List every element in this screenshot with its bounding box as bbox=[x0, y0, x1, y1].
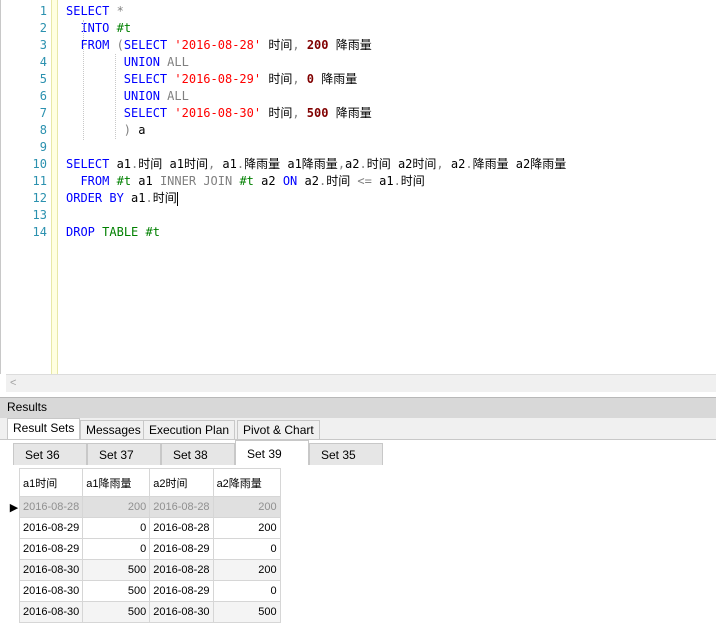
result-table: a1时间 a1降雨量 a2时间 a2降雨量 ▶ 2016-08-28 200 2… bbox=[9, 468, 281, 623]
table-cell[interactable]: 200 bbox=[82, 496, 151, 518]
code-area[interactable]: SELECT * INTO #t FROM (SELECT '2016-08-2… bbox=[66, 3, 716, 241]
table-row[interactable]: 2016-08-29 0 2016-08-28 200 bbox=[9, 517, 281, 539]
results-tab-bar: Result Sets Messages Execution Plan Pivo… bbox=[0, 418, 716, 439]
tab-pivot-chart[interactable]: Pivot & Chart bbox=[237, 420, 320, 439]
table-cell[interactable]: 2016-08-29 bbox=[149, 538, 214, 560]
current-row-marker-icon: ▶ bbox=[9, 496, 20, 518]
table-header-row: a1时间 a1降雨量 a2时间 a2降雨量 bbox=[9, 468, 281, 497]
table-row[interactable]: ▶ 2016-08-28 200 2016-08-28 200 bbox=[9, 496, 281, 518]
code-line-5: SELECT '2016-08-29' 时间, 0 降雨量 bbox=[123, 72, 358, 86]
code-line-7: SELECT '2016-08-30' 时间, 500 降雨量 bbox=[123, 106, 372, 120]
line-number: 12 bbox=[32, 191, 47, 205]
table-cell[interactable]: 0 bbox=[212, 538, 281, 560]
code-line-1: SELECT * bbox=[66, 4, 124, 18]
result-grid[interactable]: a1时间 a1降雨量 a2时间 a2降雨量 ▶ 2016-08-28 200 2… bbox=[0, 465, 716, 628]
line-number: 1 bbox=[39, 4, 47, 18]
line-number: 6 bbox=[39, 89, 47, 103]
tab-execution-plan[interactable]: Execution Plan bbox=[143, 420, 236, 439]
indent-guide bbox=[83, 20, 84, 140]
table-row[interactable]: 2016-08-30 500 2016-08-30 500 bbox=[9, 601, 281, 623]
code-line-12: ORDER BY a1.时间 bbox=[66, 191, 178, 206]
line-number: 4 bbox=[39, 55, 47, 69]
code-line-2: INTO #t bbox=[80, 21, 132, 35]
table-row[interactable]: 2016-08-29 0 2016-08-29 0 bbox=[9, 538, 281, 560]
line-number: 2 bbox=[39, 21, 47, 35]
table-cell[interactable]: 500 bbox=[212, 601, 281, 623]
indent-guide bbox=[115, 54, 116, 139]
table-cell[interactable]: 200 bbox=[212, 559, 281, 581]
code-line-14: DROP TABLE #t bbox=[66, 225, 160, 239]
line-number: 5 bbox=[39, 72, 47, 86]
line-number: 8 bbox=[39, 123, 47, 137]
table-cell[interactable]: 2016-08-28 bbox=[149, 559, 214, 581]
horizontal-scrollbar[interactable]: < bbox=[6, 374, 716, 392]
column-header[interactable]: a2时间 bbox=[149, 468, 214, 497]
table-cell[interactable]: 200 bbox=[212, 496, 281, 518]
table-row[interactable]: 2016-08-30 500 2016-08-28 200 bbox=[9, 559, 281, 581]
table-cell[interactable]: 2016-08-28 bbox=[149, 517, 214, 539]
table-cell[interactable]: 2016-08-30 bbox=[18, 601, 84, 623]
table-cell[interactable]: 2016-08-30 bbox=[18, 559, 84, 581]
line-number: 9 bbox=[39, 140, 47, 154]
sql-editor[interactable]: 1 2 3 4 5 6 7 8 9 10 11 12 13 14 SELECT * INTO #t FRO… bbox=[0, 0, 716, 374]
line-number: 13 bbox=[32, 208, 47, 222]
tab-result-sets[interactable]: Result Sets bbox=[7, 418, 81, 439]
line-number: 10 bbox=[32, 157, 47, 171]
table-cell[interactable]: 2016-08-29 bbox=[18, 538, 84, 560]
result-set-tab-bar: Set 36 Set 37 Set 38 Set 39 Set 35 bbox=[0, 439, 716, 466]
tab-set-36[interactable]: Set 36 bbox=[13, 443, 87, 465]
table-cell[interactable]: 200 bbox=[212, 517, 281, 539]
code-line-8: ) a bbox=[123, 123, 146, 137]
tab-set-37[interactable]: Set 37 bbox=[87, 443, 161, 465]
tab-set-38[interactable]: Set 38 bbox=[161, 443, 235, 465]
text-cursor bbox=[176, 191, 178, 206]
table-cell[interactable]: 500 bbox=[82, 580, 151, 602]
change-margin bbox=[51, 0, 58, 374]
code-line-6: UNION ALL bbox=[123, 89, 189, 103]
row-header bbox=[9, 580, 20, 602]
code-line-4: UNION ALL bbox=[123, 55, 189, 69]
table-cell[interactable]: 2016-08-30 bbox=[18, 580, 84, 602]
code-line-3: FROM (SELECT '2016-08-28' 时间, 200 降雨量 bbox=[80, 38, 372, 52]
table-cell[interactable]: 2016-08-29 bbox=[18, 517, 84, 539]
table-cell[interactable]: 2016-08-28 bbox=[149, 496, 214, 518]
code-line-10: SELECT a1.时间 a1时间, a1.降雨量 a1降雨量,a2.时间 a2… bbox=[66, 157, 567, 171]
row-header-corner bbox=[9, 468, 20, 497]
table-cell[interactable]: 2016-08-30 bbox=[149, 601, 214, 623]
table-cell[interactable]: 500 bbox=[82, 559, 151, 581]
results-title: Results bbox=[7, 400, 48, 414]
table-cell[interactable]: 0 bbox=[82, 517, 151, 539]
table-cell[interactable]: 2016-08-28 bbox=[18, 496, 84, 518]
row-header bbox=[9, 517, 20, 539]
column-header[interactable]: a1降雨量 bbox=[82, 468, 151, 497]
line-number: 7 bbox=[39, 106, 47, 120]
row-header bbox=[9, 538, 20, 560]
table-cell[interactable]: 0 bbox=[212, 580, 281, 602]
table-cell[interactable]: 500 bbox=[82, 601, 151, 623]
table-cell[interactable]: 0 bbox=[82, 538, 151, 560]
tab-set-35[interactable]: Set 35 bbox=[309, 443, 383, 465]
table-cell[interactable]: 2016-08-29 bbox=[149, 580, 214, 602]
tab-messages[interactable]: Messages bbox=[80, 420, 147, 439]
column-header[interactable]: a2降雨量 bbox=[212, 468, 281, 497]
line-number: 11 bbox=[32, 174, 47, 188]
results-panel-header: Results bbox=[0, 397, 716, 419]
code-line-11: FROM #t a1 INNER JOIN #t a2 ON a2.时间 <= … bbox=[80, 174, 425, 188]
line-number-gutter: 1 2 3 4 5 6 7 8 9 10 11 12 13 14 bbox=[1, 3, 49, 241]
row-header bbox=[9, 559, 20, 581]
table-row[interactable]: 2016-08-30 500 2016-08-29 0 bbox=[9, 580, 281, 602]
line-number: 3 bbox=[39, 38, 47, 52]
line-number: 14 bbox=[32, 225, 47, 239]
tab-set-39[interactable]: Set 39 bbox=[235, 440, 309, 466]
scroll-left-icon[interactable]: < bbox=[10, 375, 16, 392]
column-header[interactable]: a1时间 bbox=[18, 468, 84, 497]
row-header bbox=[9, 601, 20, 623]
